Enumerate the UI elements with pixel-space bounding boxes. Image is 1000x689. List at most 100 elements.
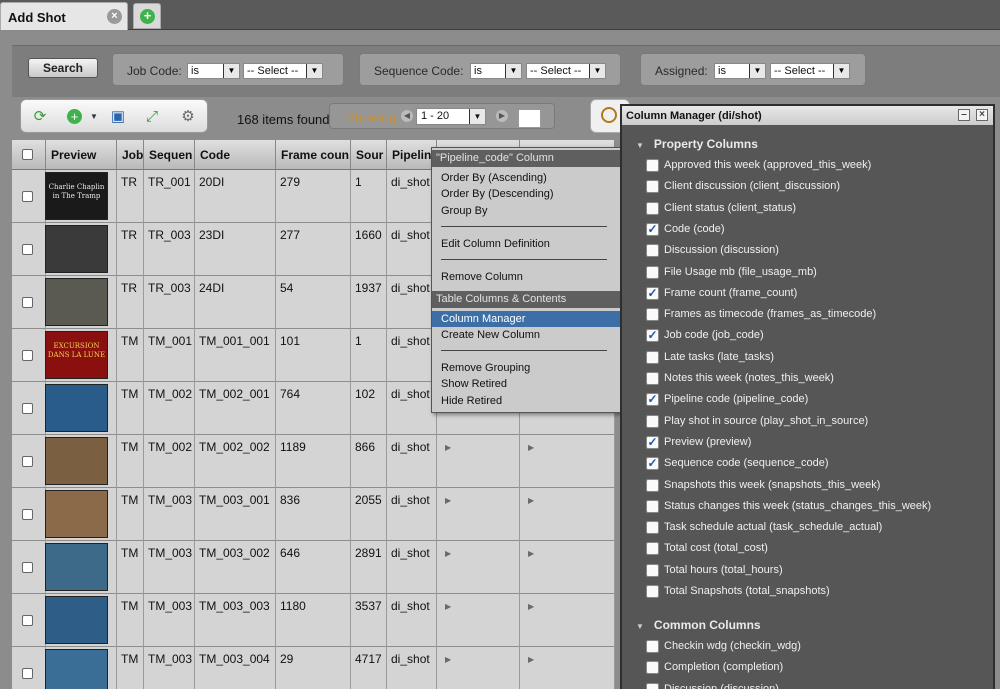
column-header-frame-count[interactable]: Frame coun: [276, 140, 351, 170]
play-icon[interactable]: ▶: [445, 549, 451, 558]
assigned-value-select[interactable]: -- Select -- ▼: [770, 63, 850, 79]
row-checkbox[interactable]: [22, 244, 33, 255]
checked-checkbox[interactable]: ✓: [646, 329, 659, 343]
table-row[interactable]: TM TM_003 TM_003_003 1180 3537 di_shot ▶ ▶: [12, 594, 615, 647]
preview-thumbnail[interactable]: [45, 225, 108, 273]
column-header-pipeline[interactable]: Pipelin: [387, 140, 437, 170]
property-columns-section[interactable]: ▼ Property Columns: [636, 137, 758, 151]
table-row[interactable]: TM TM_003 TM_003_001 836 2055 di_shot ▶ ▶: [12, 488, 615, 541]
close-icon[interactable]: ×: [976, 109, 988, 121]
unchecked-checkbox[interactable]: [646, 159, 659, 172]
row-checkbox[interactable]: [22, 562, 33, 573]
job-code-value-select[interactable]: -- Select -- ▼: [243, 63, 323, 79]
unchecked-checkbox[interactable]: [646, 372, 659, 385]
menu-item-order-desc[interactable]: Order By (Descending): [432, 186, 623, 202]
unchecked-checkbox[interactable]: [646, 244, 659, 258]
column-header-sequence[interactable]: Sequen: [144, 140, 195, 170]
menu-item-create-column[interactable]: Create New Column: [432, 327, 623, 343]
unchecked-checkbox[interactable]: [646, 478, 659, 492]
row-checkbox[interactable]: [22, 191, 33, 202]
table-row[interactable]: TM TM_003 TM_003_004 29 4717 di_shot ▶ ▶: [12, 647, 615, 689]
menu-item-remove-grouping[interactable]: Remove Grouping: [432, 360, 623, 376]
unchecked-checkbox[interactable]: [646, 661, 659, 675]
unchecked-checkbox[interactable]: [646, 682, 659, 689]
play-icon[interactable]: ▶: [528, 496, 534, 505]
unchecked-checkbox[interactable]: [646, 201, 659, 215]
column-header-job[interactable]: Job: [117, 140, 144, 170]
expand-icon[interactable]: ⤢: [143, 108, 161, 126]
tab-add-shot[interactable]: Add Shot ×: [0, 2, 128, 30]
play-icon[interactable]: ▶: [445, 496, 451, 505]
menu-item-order-asc[interactable]: Order By (Ascending): [432, 170, 623, 186]
close-tab-icon[interactable]: ×: [107, 9, 122, 24]
row-checkbox[interactable]: [22, 350, 33, 361]
unchecked-checkbox[interactable]: [646, 265, 659, 279]
unchecked-checkbox[interactable]: [646, 563, 659, 577]
menu-item-hide-retired[interactable]: Hide Retired: [432, 393, 623, 409]
play-icon[interactable]: ▶: [445, 443, 451, 452]
checked-checkbox[interactable]: ✓: [646, 457, 659, 471]
next-page-icon[interactable]: ▶: [496, 110, 508, 122]
refresh-icon[interactable]: ⟳: [31, 108, 49, 126]
row-checkbox[interactable]: [22, 668, 33, 679]
play-icon[interactable]: ▶: [445, 655, 451, 664]
menu-item-column-manager[interactable]: Column Manager: [432, 311, 623, 327]
menu-item-show-retired[interactable]: Show Retired: [432, 376, 623, 392]
select-all-header[interactable]: [12, 140, 46, 170]
preview-thumbnail[interactable]: EXCURSION DANS LA LUNE: [45, 331, 108, 379]
preview-thumbnail[interactable]: [45, 278, 108, 326]
common-columns-section[interactable]: ▼ Common Columns: [636, 618, 761, 632]
unchecked-checkbox[interactable]: [646, 180, 659, 194]
minimize-icon[interactable]: –: [958, 109, 970, 121]
unchecked-checkbox[interactable]: [646, 521, 659, 535]
search-button[interactable]: Search: [28, 58, 98, 78]
table-row[interactable]: TM TM_002 TM_002_002 1189 866 di_shot ▶ ▶: [12, 435, 615, 488]
chevron-down-icon[interactable]: ▼: [85, 108, 103, 126]
table-row[interactable]: TM TM_003 TM_003_002 646 2891 di_shot ▶ ▶: [12, 541, 615, 594]
column-header-code[interactable]: Code: [195, 140, 276, 170]
column-header-source[interactable]: Sour: [351, 140, 387, 170]
row-checkbox[interactable]: [22, 297, 33, 308]
row-checkbox[interactable]: [22, 403, 33, 414]
sequence-code-op-select[interactable]: is ▼: [470, 63, 522, 79]
unchecked-checkbox[interactable]: [646, 542, 659, 556]
page-range-select[interactable]: 1 - 20 ▼: [416, 108, 486, 125]
preview-thumbnail[interactable]: [45, 543, 108, 591]
checked-checkbox[interactable]: ✓: [646, 435, 659, 449]
unchecked-checkbox[interactable]: [646, 499, 659, 513]
assigned-op-select[interactable]: is ▼: [714, 63, 766, 79]
preview-thumbnail[interactable]: [45, 490, 108, 538]
job-code-op-select[interactable]: is ▼: [187, 63, 240, 79]
menu-item-edit-column[interactable]: Edit Column Definition: [432, 236, 623, 252]
add-icon[interactable]: +: [67, 109, 82, 124]
save-icon[interactable]: ▣: [109, 108, 127, 126]
row-checkbox[interactable]: [22, 615, 33, 626]
unchecked-checkbox[interactable]: [646, 414, 659, 428]
checked-checkbox[interactable]: ✓: [646, 222, 659, 236]
menu-item-group-by[interactable]: Group By: [432, 203, 623, 219]
row-checkbox[interactable]: [22, 456, 33, 467]
row-checkbox[interactable]: [22, 509, 33, 520]
select-all-checkbox[interactable]: [22, 149, 33, 160]
preview-thumbnail[interactable]: [45, 649, 108, 689]
play-icon[interactable]: ▶: [528, 549, 534, 558]
play-icon[interactable]: ▶: [528, 602, 534, 611]
prev-page-icon[interactable]: ◀: [401, 110, 413, 122]
play-icon[interactable]: ▶: [528, 655, 534, 664]
page-input[interactable]: [518, 109, 541, 128]
play-icon[interactable]: ▶: [445, 602, 451, 611]
preview-thumbnail[interactable]: [45, 384, 108, 432]
unchecked-checkbox[interactable]: [646, 640, 659, 653]
preview-thumbnail[interactable]: Charlie Chaplin in The Tramp: [45, 172, 108, 220]
unchecked-checkbox[interactable]: [646, 350, 659, 364]
preview-thumbnail[interactable]: [45, 596, 108, 644]
unchecked-checkbox[interactable]: [646, 308, 659, 322]
checked-checkbox[interactable]: ✓: [646, 393, 659, 407]
play-icon[interactable]: ▶: [528, 443, 534, 452]
gear-icon[interactable]: ⚙: [179, 108, 197, 126]
unchecked-checkbox[interactable]: [646, 585, 659, 598]
menu-item-remove-column[interactable]: Remove Column: [432, 269, 623, 285]
new-tab-button[interactable]: +: [133, 3, 161, 29]
preview-thumbnail[interactable]: [45, 437, 108, 485]
checked-checkbox[interactable]: ✓: [646, 286, 659, 300]
